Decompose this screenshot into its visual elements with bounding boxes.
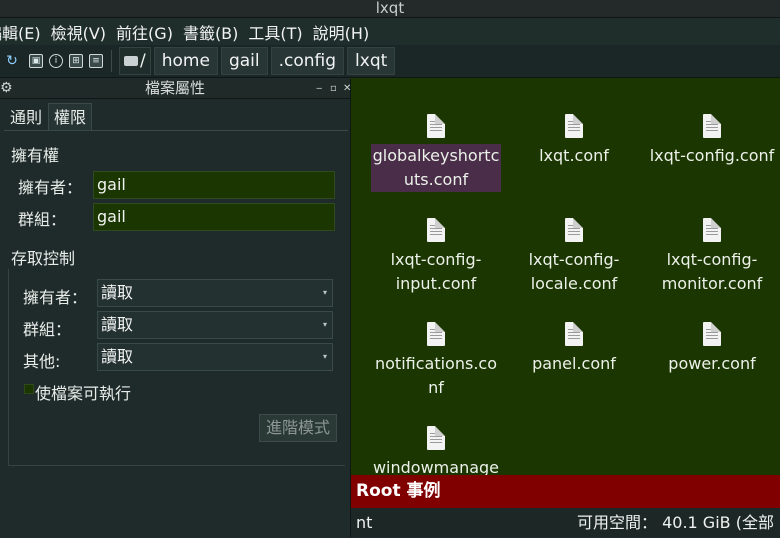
- owner-access-select[interactable]: 讀取 ▾: [97, 279, 333, 307]
- menu-bookmarks[interactable]: 書籤(B): [183, 20, 238, 44]
- file-item[interactable]: power.conf: [642, 322, 780, 376]
- advanced-mode-button[interactable]: 進階模式: [259, 414, 337, 442]
- menu-edit[interactable]: 編輯(E): [0, 20, 41, 44]
- file-item[interactable]: notifications.co nf: [366, 322, 506, 400]
- group-field[interactable]: gail: [93, 203, 335, 231]
- text-file-icon: [427, 426, 445, 450]
- text-file-icon: [427, 218, 445, 242]
- file-item[interactable]: lxqt-config-locale.conf: [504, 218, 644, 296]
- file-name: lxqt-config.conf: [649, 146, 775, 165]
- close-icon[interactable]: ✕: [343, 79, 351, 98]
- text-file-icon: [427, 322, 445, 346]
- ownership-heading: 擁有權: [11, 146, 60, 165]
- file-item[interactable]: lxqt.conf: [504, 114, 644, 168]
- breadcrumb-lxqt[interactable]: lxqt: [347, 47, 396, 75]
- file-item[interactable]: lxqt-config-monitor.conf: [642, 218, 780, 296]
- menubar: 編輯(E) 檢視(V) 前往(G) 書籤(B) 工具(T) 說明(H): [0, 18, 780, 45]
- file-item[interactable]: lxqt-config.conf: [642, 114, 780, 168]
- chevron-down-icon: ▾: [322, 320, 327, 329]
- chevron-down-icon: ▾: [322, 352, 327, 361]
- menu-help[interactable]: 說明(H): [313, 20, 370, 44]
- group-access-value: 讀取: [101, 315, 134, 334]
- menu-view[interactable]: 檢視(V): [51, 20, 106, 44]
- breadcrumb-gail[interactable]: gail: [220, 47, 268, 75]
- permissions-panel: 擁有權 擁有者： gail 群組： gail 存取控制 擁有者： 讀取 ▾ 群組…: [4, 130, 348, 538]
- text-file-icon: [703, 322, 721, 346]
- file-item[interactable]: windowmanage: [366, 426, 506, 475]
- dialog-tabs: 通則 權限: [4, 103, 93, 132]
- tab-permissions[interactable]: 權限: [48, 103, 93, 131]
- file-name: lxqt.conf: [539, 146, 609, 165]
- maximize-icon[interactable]: ▫: [330, 79, 337, 98]
- breadcrumb-home[interactable]: home: [153, 47, 218, 75]
- others-access-value: 讀取: [101, 347, 134, 366]
- file-name: lxqt-config-monitor.conf: [661, 250, 763, 293]
- group-label: 群組：: [18, 210, 67, 229]
- info-icon[interactable]: i: [49, 54, 63, 68]
- list-view-icon[interactable]: ≡: [89, 54, 103, 68]
- breadcrumb-root-label: /: [140, 51, 146, 71]
- file-name: windowmanage: [372, 458, 500, 475]
- file-name: globalkeyshortc uts.conf: [370, 144, 502, 192]
- file-name: lxqt-config-input.conf: [390, 250, 482, 293]
- access-control-heading: 存取控制: [11, 249, 76, 268]
- executable-label[interactable]: 使檔案可執行: [35, 380, 131, 404]
- owner-access-value: 讀取: [101, 283, 134, 302]
- file-item[interactable]: lxqt-config-input.conf: [366, 218, 506, 296]
- file-name: lxqt-config-locale.conf: [528, 250, 620, 293]
- breadcrumb-config[interactable]: .config: [270, 47, 345, 75]
- root-instance-bar: Root 事例: [350, 475, 780, 508]
- statusbar: nt 可用空間： 40.1 GiB (全部: [350, 508, 780, 537]
- group-access-select[interactable]: 讀取 ▾: [97, 311, 333, 339]
- group-access-label: 群組：: [23, 320, 72, 339]
- executable-checkbox[interactable]: [24, 384, 34, 394]
- file-name: power.conf: [668, 354, 756, 373]
- drive-icon: [124, 56, 138, 66]
- reload-icon[interactable]: ↻: [6, 53, 18, 69]
- text-file-icon: [703, 114, 721, 138]
- file-name: panel.conf: [532, 354, 616, 373]
- chevron-down-icon: ▾: [322, 288, 327, 297]
- others-access-select[interactable]: 讀取 ▾: [97, 343, 333, 371]
- dialog-titlebar: ⚙ 檔案屬性 ‒ ▫ ✕: [0, 79, 351, 99]
- owner-field[interactable]: gail: [93, 171, 335, 199]
- file-view[interactable]: globalkeyshortc uts.conf lxqt.conf lxqt-c…: [350, 78, 780, 475]
- status-text: nt: [356, 513, 373, 532]
- breadcrumb-root[interactable]: /: [119, 47, 151, 75]
- icon-view-icon[interactable]: ⊞: [69, 54, 83, 68]
- file-name: notifications.co nf: [375, 354, 497, 397]
- owner-label: 擁有者：: [18, 178, 83, 197]
- file-item[interactable]: panel.conf: [504, 322, 644, 376]
- minimize-icon[interactable]: ‒: [316, 79, 322, 98]
- file-properties-dialog: ⚙ 檔案屬性 ‒ ▫ ✕ 通則 權限 擁有權 擁有者： gail 群組： gai…: [0, 79, 351, 537]
- text-file-icon: [427, 114, 445, 138]
- text-file-icon: [565, 218, 583, 242]
- new-window-icon[interactable]: ▣: [29, 54, 43, 68]
- text-file-icon: [565, 114, 583, 138]
- others-access-label: 其他:: [23, 352, 61, 371]
- window-title: lxqt: [0, 0, 780, 18]
- dialog-title: 檔案屬性: [144, 79, 205, 97]
- free-space-text: 可用空間： 40.1 GiB (全部: [577, 513, 774, 532]
- menu-go[interactable]: 前往(G): [116, 20, 173, 44]
- owner-access-label: 擁有者：: [23, 288, 88, 307]
- toolbar-separator: [111, 50, 112, 72]
- tab-general[interactable]: 通則: [4, 103, 48, 132]
- text-file-icon: [703, 218, 721, 242]
- menu-tools[interactable]: 工具(T): [248, 20, 302, 44]
- text-file-icon: [565, 322, 583, 346]
- toolbar: ↻ ▣ i ⊞ ≡ / home gail .config lxqt: [0, 45, 780, 78]
- file-item[interactable]: globalkeyshortc uts.conf: [366, 114, 506, 192]
